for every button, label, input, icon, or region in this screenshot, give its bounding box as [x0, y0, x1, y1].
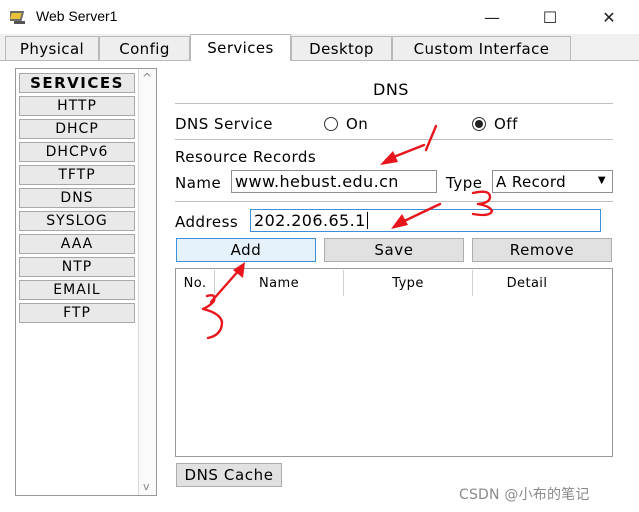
scroll-down-icon[interactable]: v — [143, 480, 150, 493]
services-scrollbar[interactable]: ^ v — [138, 69, 156, 495]
save-button[interactable]: Save — [324, 238, 464, 262]
service-item-syslog[interactable]: SYSLOG — [19, 211, 135, 231]
tab-custom-interface[interactable]: Custom Interface — [392, 36, 571, 60]
service-item-ftp[interactable]: FTP — [19, 303, 135, 323]
name-input[interactable]: www.hebust.edu.cn — [231, 170, 437, 193]
scroll-up-icon[interactable]: ^ — [142, 71, 152, 85]
server-app-icon — [10, 11, 25, 24]
service-item-dns[interactable]: DNS — [19, 188, 135, 208]
type-select[interactable]: A Record ▼ — [492, 170, 613, 193]
tab-physical[interactable]: Physical — [5, 36, 99, 60]
service-item-http[interactable]: HTTP — [19, 96, 135, 116]
divider — [175, 201, 613, 202]
minimize-button[interactable]: — — [472, 4, 512, 30]
dns-off-radio[interactable] — [472, 117, 486, 131]
dns-off-label: Off — [494, 115, 518, 133]
service-item-dhcp[interactable]: DHCP — [19, 119, 135, 139]
column-header-no: No. — [183, 275, 207, 291]
address-input-value: 202.206.65.1 — [254, 211, 366, 230]
service-item-email[interactable]: EMAIL — [19, 280, 135, 300]
tab-desktop[interactable]: Desktop — [291, 36, 392, 60]
remove-button[interactable]: Remove — [472, 238, 612, 262]
tab-config[interactable]: Config — [99, 36, 190, 60]
type-label: Type — [446, 174, 483, 192]
dns-records-table[interactable] — [175, 268, 613, 457]
dns-title: DNS — [373, 80, 409, 99]
watermark: CSDN @小布的笔记 — [459, 487, 590, 503]
dns-service-label: DNS Service — [175, 115, 273, 133]
service-item-ntp[interactable]: NTP — [19, 257, 135, 277]
type-select-value: A Record — [496, 172, 567, 191]
column-header-type: Type — [392, 275, 424, 291]
minimize-icon: — — [484, 7, 500, 27]
address-label: Address — [175, 213, 239, 231]
column-header-detail: Detail — [506, 275, 548, 291]
maximize-button[interactable]: ☐ — [530, 4, 570, 30]
divider — [175, 103, 613, 104]
dns-cache-button[interactable]: DNS Cache — [176, 463, 282, 487]
window-title: Web Server1 — [36, 8, 118, 24]
service-item-dhcpv6[interactable]: DHCPv6 — [19, 142, 135, 162]
maximize-icon: ☐ — [542, 7, 558, 27]
services-header: SERVICES — [19, 73, 135, 93]
column-header-name: Name — [259, 275, 299, 291]
close-icon: ✕ — [602, 7, 616, 27]
service-item-tftp[interactable]: TFTP — [19, 165, 135, 185]
chevron-down-icon: ▼ — [597, 175, 606, 186]
add-button[interactable]: Add — [176, 238, 316, 262]
dns-on-label: On — [346, 115, 369, 133]
resource-records-label: Resource Records — [175, 148, 317, 166]
address-input[interactable]: 202.206.65.1 — [250, 209, 601, 232]
close-button[interactable]: ✕ — [589, 4, 629, 30]
service-item-aaa[interactable]: AAA — [19, 234, 135, 254]
tab-services[interactable]: Services — [190, 34, 291, 61]
divider — [175, 139, 613, 140]
name-label: Name — [175, 174, 222, 192]
dns-on-radio[interactable] — [324, 117, 338, 131]
text-cursor — [366, 212, 368, 229]
